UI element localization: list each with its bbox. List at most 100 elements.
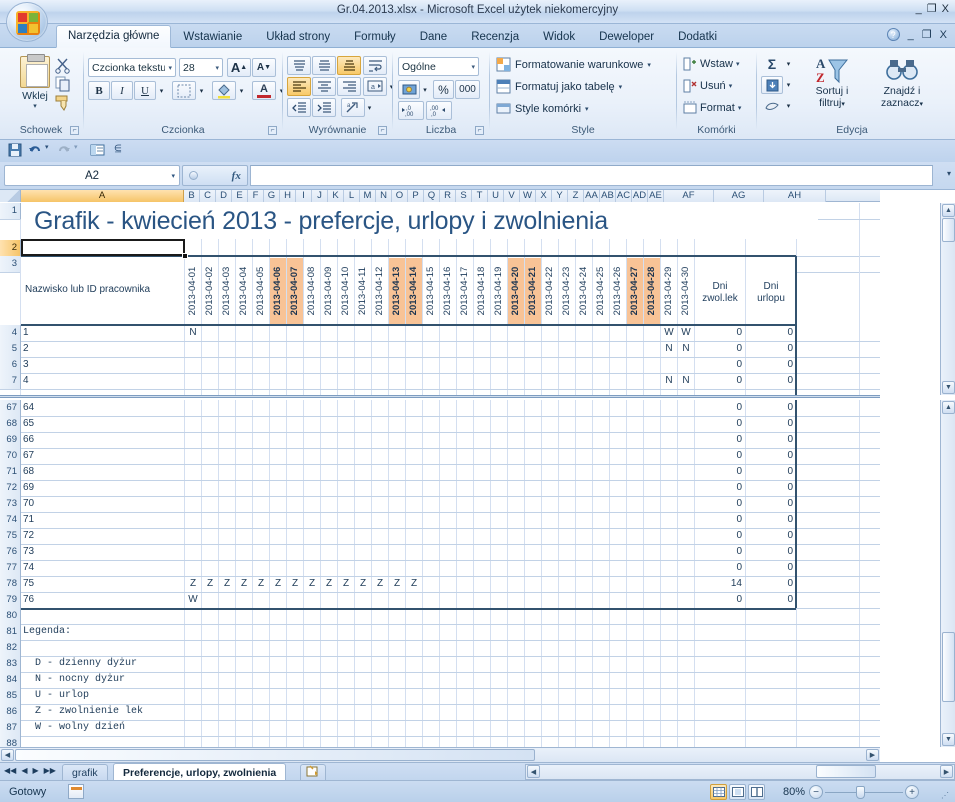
row-header-67[interactable]: 67 — [0, 400, 21, 416]
row-header-70[interactable]: 70 — [0, 448, 21, 464]
name-box[interactable]: A2 ▾ — [4, 165, 180, 186]
legend-row-87[interactable]: W - wolny dzień — [21, 720, 384, 736]
date-header-2013-04-13[interactable]: 2013-04-13 — [389, 258, 405, 324]
cell-vac-r75[interactable]: 0 — [746, 528, 796, 544]
column-header-I[interactable]: I — [296, 190, 312, 202]
legend-row-85[interactable]: U - urlop — [21, 688, 384, 704]
orientation-icon[interactable]: a — [341, 98, 365, 117]
row-header-4[interactable]: 4 — [0, 325, 21, 341]
row-header-77[interactable]: 77 — [0, 560, 21, 576]
fill-color-caret-icon[interactable]: ▾ — [236, 81, 247, 100]
row-header-68[interactable]: 68 — [0, 416, 21, 432]
vertical-scrollbar-bottom[interactable]: ▲ ▼ — [940, 400, 955, 747]
font-name-box[interactable]: Czcionka tekstu ▾ — [88, 58, 176, 77]
align-center-icon[interactable] — [312, 77, 336, 96]
zoom-slider[interactable]: − + — [809, 785, 919, 799]
cell-name-r74[interactable]: 71 — [21, 512, 184, 528]
chevron-down-icon[interactable]: ▾ — [171, 172, 175, 180]
align-left-icon[interactable] — [287, 77, 311, 96]
column-header-AF[interactable]: AF — [664, 190, 714, 202]
cell-mark-r4-c29[interactable]: W — [661, 325, 677, 341]
shrink-font-button[interactable]: A ▼ — [252, 58, 276, 77]
cell-vac-r5[interactable]: 0 — [746, 341, 796, 357]
row-header-87[interactable]: 87 — [0, 720, 21, 736]
column-header-AD[interactable]: AD — [632, 190, 648, 202]
tab-data[interactable]: Dane — [408, 26, 460, 48]
column-header-B[interactable]: B — [184, 190, 200, 202]
cell-vac-r67[interactable]: 0 — [746, 400, 796, 416]
row-header-72[interactable]: 72 — [0, 480, 21, 496]
h-scroll-thumb[interactable] — [15, 749, 535, 761]
row-header-82[interactable]: 82 — [0, 640, 21, 656]
date-header-2013-04-04[interactable]: 2013-04-04 — [236, 258, 252, 324]
resize-grip-icon[interactable]: ⋰ — [941, 791, 949, 800]
cell-vac-r76[interactable]: 0 — [746, 544, 796, 560]
cell-vac-r71[interactable]: 0 — [746, 464, 796, 480]
cell-mark-r7-c30[interactable]: N — [678, 373, 694, 389]
column-header-T[interactable]: T — [472, 190, 488, 202]
conditional-formatting-button[interactable]: Formatowanie warunkowe ▾ — [496, 57, 651, 72]
tab-formulas[interactable]: Formuły — [342, 26, 408, 48]
cell-mark-r78-c11[interactable]: Z — [355, 576, 371, 592]
scroll-right-button[interactable]: ▶ — [866, 749, 879, 761]
minimize-button[interactable]: _ — [916, 4, 922, 15]
cell-vac-r79[interactable]: 0 — [746, 592, 796, 608]
column-header-D[interactable]: D — [216, 190, 232, 202]
top-pane[interactable]: 1 2 3 Grafik - kwiecień 2013 - prefercje, u… — [0, 203, 880, 395]
column-header-P[interactable]: P — [408, 190, 424, 202]
cell-vac-r78[interactable]: 0 — [746, 576, 796, 592]
new-sheet-icon[interactable] — [300, 764, 326, 781]
increase-indent-icon[interactable] — [312, 98, 336, 117]
row-header-88[interactable]: 88 — [0, 736, 21, 747]
fill-handle[interactable] — [182, 253, 188, 259]
legend-row-81[interactable]: Legenda: — [21, 624, 384, 640]
scroll-up-button[interactable]: ▲ — [942, 204, 955, 217]
cell-sick-r69[interactable]: 0 — [695, 432, 745, 448]
cell-mark-r78-c8[interactable]: Z — [304, 576, 320, 592]
chevron-down-icon[interactable]: ▾ — [738, 104, 742, 112]
row-header-1[interactable]: 1 — [0, 203, 21, 219]
cell-vac-r68[interactable]: 0 — [746, 416, 796, 432]
column-header-F[interactable]: F — [248, 190, 264, 202]
chevron-down-icon[interactable]: ▾ — [212, 64, 219, 72]
row-header-6[interactable]: 6 — [0, 357, 21, 373]
tab-home[interactable]: Narzędzia główne — [56, 25, 172, 48]
close-button[interactable]: X — [942, 4, 949, 15]
vertical-scrollbar-top[interactable]: ▲ ▼ — [940, 203, 955, 395]
column-header-L[interactable]: L — [344, 190, 360, 202]
font-color-icon[interactable]: A — [252, 81, 276, 100]
sort-filter-button[interactable]: A Z Sortuj i filtruj▾ — [801, 55, 863, 111]
chevron-down-icon[interactable]: ▾ — [468, 63, 475, 71]
zoom-level[interactable]: 80% — [783, 786, 805, 798]
date-header-2013-04-27[interactable]: 2013-04-27 — [627, 258, 643, 324]
cell-mark-r78-c6[interactable]: Z — [270, 576, 286, 592]
date-header-2013-04-22[interactable]: 2013-04-22 — [542, 258, 558, 324]
cell-name-r77[interactable]: 74 — [21, 560, 184, 576]
sheet-tab-hscroll[interactable]: ◀ ▶ — [525, 764, 955, 780]
date-header-2013-04-12[interactable]: 2013-04-12 — [372, 258, 388, 324]
chevron-down-icon[interactable]: ▾ — [729, 82, 733, 90]
cell-mark-r78-c12[interactable]: Z — [372, 576, 388, 592]
cell-sick-r75[interactable]: 0 — [695, 528, 745, 544]
date-header-2013-04-02[interactable]: 2013-04-02 — [202, 258, 218, 324]
cell-sick-r71[interactable]: 0 — [695, 464, 745, 480]
cell-name-r6[interactable]: 3 — [21, 357, 184, 373]
chevron-down-icon[interactable]: ▾ — [736, 60, 740, 68]
underline-button[interactable]: U — [134, 81, 156, 100]
date-header-2013-04-09[interactable]: 2013-04-09 — [321, 258, 337, 324]
column-header-AA[interactable]: AA — [584, 190, 600, 202]
header-sick-days[interactable]: Dni zwol.lek — [695, 281, 745, 305]
cell-name-r67[interactable]: 64 — [21, 400, 184, 416]
cell-mark-r78-c9[interactable]: Z — [321, 576, 337, 592]
cell-name-r71[interactable]: 68 — [21, 464, 184, 480]
column-header-AG[interactable]: AG — [714, 190, 764, 202]
cell-vac-r4[interactable]: 0 — [746, 325, 796, 341]
date-header-2013-04-15[interactable]: 2013-04-15 — [423, 258, 439, 324]
header-vacation-days[interactable]: Dni urlopu — [746, 281, 796, 305]
format-as-table-button[interactable]: Formatuj jako tabelę ▾ — [496, 79, 622, 94]
date-header-2013-04-07[interactable]: 2013-04-07 — [287, 258, 303, 324]
align-top-icon[interactable] — [287, 56, 311, 75]
comma-style-button[interactable]: 000 — [455, 80, 480, 99]
cell-name-r68[interactable]: 65 — [21, 416, 184, 432]
last-sheet-button[interactable]: ▶▶ — [44, 766, 56, 775]
